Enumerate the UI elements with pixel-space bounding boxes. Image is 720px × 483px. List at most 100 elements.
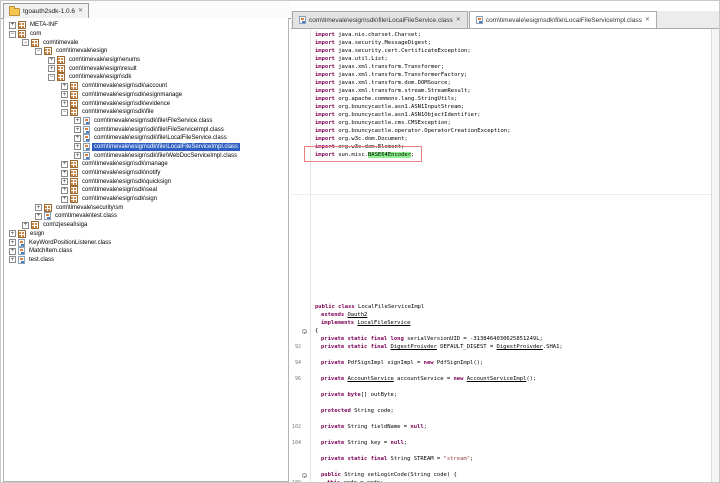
tree-item-label[interactable]: com\timevale\esign\sdk\esignmanage: [80, 91, 184, 99]
expand-toggle-icon[interactable]: +: [22, 222, 29, 229]
tree-item-label[interactable]: com\timevale\esign\sdk\file: [80, 108, 156, 116]
collapse-toggle-icon[interactable]: −: [61, 109, 68, 116]
expand-toggle-icon[interactable]: +: [48, 65, 55, 72]
expand-toggle-icon[interactable]: +: [35, 213, 42, 220]
close-icon[interactable]: ✕: [645, 17, 650, 23]
tree-item-label[interactable]: com\timevale\esign\sdk\file\FileServiceI…: [92, 126, 226, 134]
tree-item-label[interactable]: com\timevale\esign\sdk\evidence: [80, 100, 172, 108]
code-link[interactable]: AccountService: [348, 376, 394, 382]
tree-item-label[interactable]: com\timevale\esign\sdk\file\FileService.…: [92, 117, 214, 125]
tree-item-label[interactable]: com\timevale\esign\sdk\manage: [80, 160, 170, 168]
tree-item-label[interactable]: MatchItem.class: [27, 247, 74, 255]
tree-item-label[interactable]: com\timevale\esign\sdk\notify: [80, 169, 162, 177]
tree-item[interactable]: + MatchItem.class: [4, 247, 288, 256]
tree-item[interactable]: − com\timevale\esign\sdk\file: [4, 108, 288, 117]
tree-item[interactable]: + com\timevale\esign\sdk\notify: [4, 169, 288, 178]
tree-item-label[interactable]: com\timevale\esign\sdk\file\WebDocServic…: [92, 152, 239, 160]
close-icon[interactable]: ✕: [78, 8, 83, 14]
expand-toggle-icon[interactable]: +: [61, 100, 68, 107]
tree-item[interactable]: + KeyWordPositionListener.class: [4, 238, 288, 247]
close-icon[interactable]: ✕: [456, 17, 461, 23]
editor-tab-localfileserviceimpl[interactable]: com\timevale\esign\sdk\file\LocalFileSer…: [469, 11, 657, 28]
package-tree[interactable]: +META-INF−com−com\timevale−com\timevale\…: [3, 18, 289, 482]
tree-item-label[interactable]: com\timevale\esign\sdk\quicksign: [80, 178, 173, 186]
tree-item[interactable]: + com\zjeseal\siga: [4, 221, 288, 230]
tree-item-label[interactable]: com\timevale\security\sm: [54, 204, 125, 212]
code-area[interactable]: import java.nio.charset.Charset;import j…: [291, 29, 712, 482]
tree-item[interactable]: − com\timevale\esign: [4, 47, 288, 56]
code-link[interactable]: LocalFileService: [357, 320, 410, 326]
expand-toggle-icon[interactable]: +: [61, 91, 68, 98]
tree-item-label[interactable]: com\timevale\test.class: [53, 212, 119, 220]
expand-toggle-icon[interactable]: +: [74, 135, 81, 142]
expand-toggle-icon[interactable]: +: [61, 170, 68, 177]
expand-toggle-icon[interactable]: +: [61, 83, 68, 90]
tree-item[interactable]: + com\timevale\esign\sdk\quicksign: [4, 177, 288, 186]
tree-item[interactable]: + com\timevale\esign\sdk\file\FileService…: [4, 125, 288, 134]
tree-item[interactable]: +com\timevale\esign\enums: [4, 56, 288, 65]
expand-toggle-icon[interactable]: +: [61, 187, 68, 194]
code-link[interactable]: AccountServiceImpl: [467, 376, 527, 382]
collapse-toggle-icon[interactable]: −: [35, 48, 42, 55]
code-link[interactable]: code: [344, 480, 357, 482]
tree-item-label[interactable]: com: [28, 30, 43, 38]
tree-item[interactable]: + com\timevale\esign\sdk\esignmanage: [4, 91, 288, 100]
expand-toggle-icon[interactable]: +: [61, 178, 68, 185]
jar-tab[interactable]: tgoauth2sdk-1.0.6 ✕: [3, 3, 89, 18]
tree-item-label[interactable]: com\timevale\esign: [54, 47, 109, 55]
tree-item-label[interactable]: com\timevale\esign\sdk\seal: [80, 186, 159, 194]
expand-toggle-icon[interactable]: +: [74, 152, 81, 159]
expand-toggle-icon[interactable]: +: [74, 126, 81, 133]
expand-toggle-icon[interactable]: +: [9, 256, 16, 263]
tree-item[interactable]: + com\timevale\esign\sdk\file\WebDocServi…: [4, 151, 288, 160]
expand-toggle-icon[interactable]: +: [35, 204, 42, 211]
expand-toggle-icon[interactable]: +: [9, 248, 16, 255]
tree-item-label[interactable]: com\timevale\esign\sdk: [67, 73, 133, 81]
editor-tab-localfileservice[interactable]: com\timevale\esign\sdk\file\LocalFileSer…: [292, 11, 468, 28]
tree-item[interactable]: − com\timevale: [4, 38, 288, 47]
tree-item[interactable]: − com\timevale\esign\sdk: [4, 73, 288, 82]
tree-item-label[interactable]: com\timevale\esign\sdk\account: [80, 82, 169, 90]
fold-icon[interactable]: [302, 473, 307, 478]
tree-item-label[interactable]: com\timevale\esign\sdk\file\LocalFileSer…: [92, 143, 240, 151]
code-link[interactable]: Oauth2: [348, 312, 368, 318]
tree-item[interactable]: + com\timevale\esign\sdk\account: [4, 82, 288, 91]
code-link[interactable]: DigestProivder: [497, 344, 543, 350]
tree-item-label[interactable]: com\timevale\esign\sdk\sign: [80, 195, 159, 203]
expand-toggle-icon[interactable]: +: [9, 239, 16, 246]
expand-toggle-icon[interactable]: +: [74, 117, 81, 124]
expand-toggle-icon[interactable]: +: [61, 161, 68, 168]
expand-toggle-icon[interactable]: +: [9, 22, 16, 29]
tree-item[interactable]: + com\timevale\esign\sdk\seal: [4, 186, 288, 195]
tree-item[interactable]: + esign: [4, 230, 288, 239]
expand-toggle-icon[interactable]: +: [9, 230, 16, 237]
tree-item-label[interactable]: com\timevale\esign\sdk\file\LocalFileSer…: [92, 134, 229, 142]
tree-item-label[interactable]: META-INF: [28, 21, 60, 29]
expand-toggle-icon[interactable]: +: [61, 196, 68, 203]
editor-scrollbar[interactable]: [711, 29, 719, 482]
tree-item[interactable]: + com\timevale\esign\sdk\sign: [4, 195, 288, 204]
tree-item[interactable]: + com\timevale\esign\sdk\file\LocalFileSe…: [4, 134, 288, 143]
expand-toggle-icon[interactable]: +: [48, 57, 55, 64]
tree-item[interactable]: − com: [4, 30, 288, 39]
tree-item[interactable]: + META-INF: [4, 21, 288, 30]
tree-item[interactable]: + com\timevale\test.class: [4, 212, 288, 221]
tree-item-label[interactable]: com\zjeseal\siga: [41, 221, 89, 229]
tree-item[interactable]: + com\timevale\esign\sdk\manage: [4, 160, 288, 169]
tree-item-label[interactable]: esign: [28, 230, 46, 238]
collapse-toggle-icon[interactable]: −: [48, 74, 55, 81]
tree-item[interactable]: + com\timevale\esign\sdk\file\FileService…: [4, 117, 288, 126]
tree-item-label[interactable]: com\timevale: [41, 39, 80, 47]
collapse-toggle-icon[interactable]: −: [9, 31, 16, 38]
code-link[interactable]: DigestProivder: [391, 344, 437, 350]
fold-icon[interactable]: [302, 329, 307, 334]
tree-item[interactable]: + com\timevale\security\sm: [4, 203, 288, 212]
collapse-toggle-icon[interactable]: −: [22, 39, 29, 46]
expand-toggle-icon[interactable]: +: [74, 143, 81, 150]
tree-item[interactable]: + com\timevale\esign\result: [4, 64, 288, 73]
tree-item[interactable]: + com\timevale\esign\sdk\file\LocalFileSe…: [4, 143, 288, 152]
tree-item-label[interactable]: KeyWordPositionListener.class: [27, 239, 113, 247]
tree-item[interactable]: +test.class: [4, 256, 288, 265]
tree-item-label[interactable]: com\timevale\esign\result: [67, 65, 139, 73]
tree-item[interactable]: + com\timevale\esign\sdk\evidence: [4, 99, 288, 108]
